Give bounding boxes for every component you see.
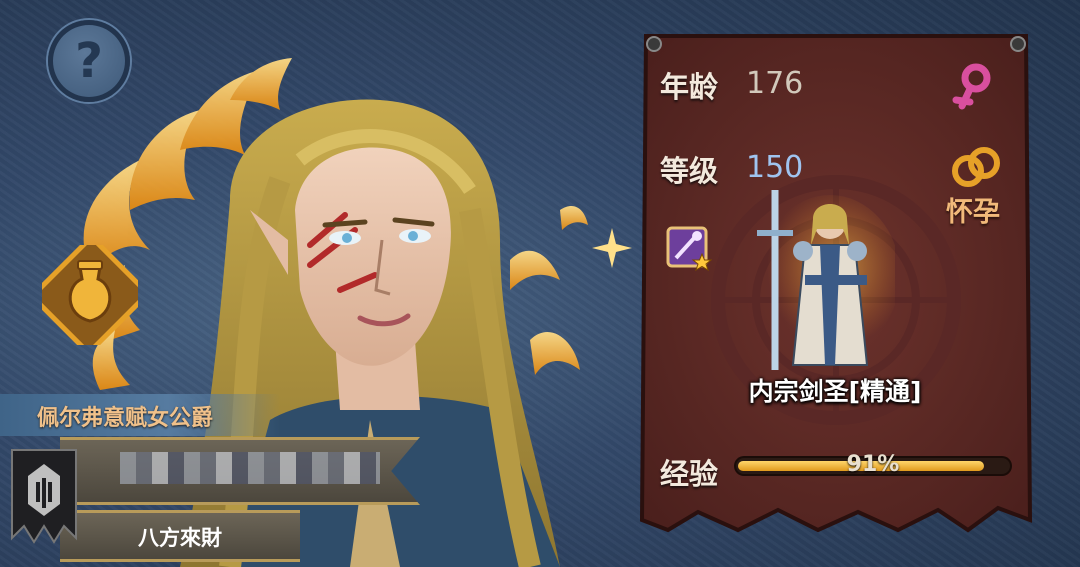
- potion-bottle-icon[interactable]: [42, 245, 138, 345]
- female-symbol-icon: [952, 63, 991, 110]
- class-name: 内宗剑圣[精通]: [748, 377, 922, 406]
- character-sprite: [757, 190, 895, 370]
- exp-value: 91%: [846, 452, 900, 477]
- character-name-blurred: [120, 452, 380, 484]
- character-title: 佩尔弗意赋女公爵: [37, 406, 214, 431]
- character-nickname: 八方來財: [138, 526, 222, 550]
- exp-label: 经验: [660, 457, 719, 491]
- level-label: 等级: [660, 154, 719, 188]
- nickname-ribbon: 八方來財: [60, 510, 300, 562]
- wedding-rings-icon: [952, 147, 1000, 187]
- title-ribbon: 佩尔弗意赋女公爵: [0, 394, 280, 436]
- magic-staff-icon[interactable]: [666, 226, 712, 272]
- level-value: 150: [746, 150, 804, 185]
- age-label: 年龄: [660, 70, 719, 104]
- guild-banner-icon[interactable]: [8, 446, 80, 546]
- age-value: 176: [746, 66, 804, 101]
- pregnancy-status: 怀孕: [946, 197, 1000, 228]
